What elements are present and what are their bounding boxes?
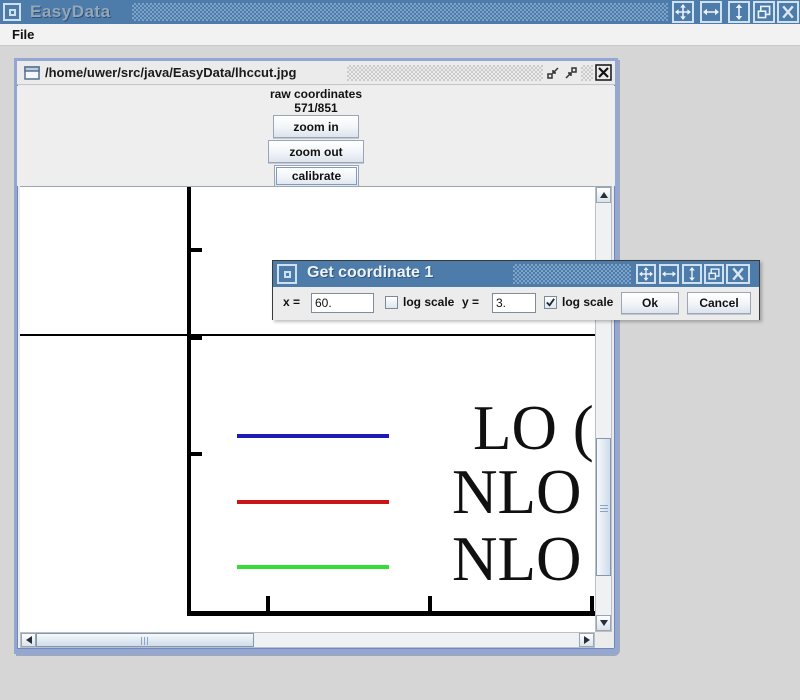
thumb-grip-icon <box>141 637 150 645</box>
dialog-menu-button[interactable] <box>277 264 297 284</box>
frame-close-button[interactable] <box>595 64 612 86</box>
plot-y-tick <box>191 452 202 456</box>
legend-label-nlo2: NLO <box>452 528 581 591</box>
window-title: EasyData <box>30 2 111 22</box>
calibrate-button[interactable]: calibrate <box>274 165 359 187</box>
plot-x-tick <box>428 596 432 611</box>
arrow-left-icon <box>26 636 32 644</box>
horizontal-scrollbar[interactable] <box>20 632 595 648</box>
plot-x-tick <box>590 596 594 611</box>
menu-file[interactable]: File <box>8 24 38 46</box>
x-label: x = <box>283 295 300 309</box>
move-icon <box>639 267 653 281</box>
legend-label-nlo1: NLO <box>452 461 581 524</box>
window-menu-button[interactable] <box>3 3 21 21</box>
frame-titlebar-texture2 <box>581 65 593 81</box>
window-maximize-button[interactable] <box>753 1 775 23</box>
thumb-grip-icon <box>600 503 608 512</box>
y-label: y = <box>462 295 479 309</box>
legend-line-lo <box>237 434 389 438</box>
dialog-titlebar-texture <box>513 264 631 284</box>
dialog-resize-horizontal-button[interactable] <box>659 264 679 284</box>
cancel-button[interactable]: Cancel <box>687 292 751 314</box>
frame-titlebar[interactable]: /home/uwer/src/java/EasyData/lhccut.jpg <box>17 61 615 85</box>
desktop: { "app": { "title": "EasyData", "window_… <box>0 0 800 700</box>
resize-horizontal-icon <box>662 267 676 281</box>
legend-line-nlo1 <box>237 500 389 504</box>
window-titlebar[interactable]: EasyData <box>0 0 800 24</box>
menubar: File <box>0 24 800 46</box>
close-icon <box>780 4 796 20</box>
frame-title: /home/uwer/src/java/EasyData/lhccut.jpg <box>45 65 296 80</box>
frame-titlebar-texture <box>347 65 543 81</box>
x-value-field[interactable] <box>311 293 374 313</box>
titlebar-texture <box>132 3 668 21</box>
window-resize-horizontal-button[interactable] <box>700 1 722 23</box>
window-menu-icon <box>9 9 16 16</box>
dialog-close-button[interactable] <box>726 264 750 284</box>
zoom-in-button[interactable]: zoom in <box>273 115 359 138</box>
resize-vertical-icon <box>731 4 747 20</box>
check-icon <box>545 297 556 308</box>
plot-panel-divider <box>20 334 595 336</box>
dialog-move-button[interactable] <box>636 264 656 284</box>
scroll-right-button[interactable] <box>579 633 594 647</box>
dialog-body: x = log scale y = log scale Ok Cancel <box>273 287 759 320</box>
zoom-out-button[interactable]: zoom out <box>268 140 364 163</box>
vertical-scrollbar[interactable] <box>595 186 612 632</box>
frame-maximize-button[interactable] <box>564 66 578 85</box>
frame-maximize-icon <box>564 66 578 80</box>
readout-value: 571/851 <box>17 101 615 115</box>
ok-button[interactable]: Ok <box>621 292 679 314</box>
plot-y-tick <box>191 248 202 252</box>
arrow-down-icon <box>600 620 608 626</box>
resize-horizontal-icon <box>703 4 719 20</box>
legend-label-lo: LO ( <box>473 397 594 460</box>
dialog-resize-vertical-button[interactable] <box>682 264 702 284</box>
scroll-left-button[interactable] <box>21 633 36 647</box>
window-resize-vertical-button[interactable] <box>728 1 750 23</box>
iconify-icon <box>546 66 560 80</box>
close-icon <box>730 266 746 282</box>
y-value-field[interactable] <box>492 293 536 313</box>
dialog-maximize-button[interactable] <box>704 264 724 284</box>
frame-toolbar: raw coordinates 571/851 zoom in zoom out… <box>17 86 615 186</box>
y-log-label: log scale <box>562 295 613 309</box>
image-frame: /home/uwer/src/java/EasyData/lhccut.jpg … <box>14 58 618 654</box>
image-viewport[interactable]: LO ( NLO NLO <box>20 186 595 632</box>
readout-label: raw coordinates <box>17 87 615 101</box>
legend-line-nlo2 <box>237 565 389 569</box>
get-coordinate-dialog: Get coordinate 1 <box>272 260 760 320</box>
move-icon <box>675 4 691 20</box>
maximize-icon <box>756 4 772 20</box>
plot-y-tick <box>191 336 202 340</box>
maximize-icon <box>707 267 721 281</box>
x-log-label: log scale <box>403 295 454 309</box>
dialog-menu-icon <box>284 271 291 278</box>
scroll-up-button[interactable] <box>596 187 611 203</box>
dialog-titlebar[interactable]: Get coordinate 1 <box>273 261 759 287</box>
frame-iconify-button[interactable] <box>546 66 560 85</box>
plot-x-axis <box>187 611 595 616</box>
vertical-scroll-thumb[interactable] <box>596 438 611 576</box>
frame-close-icon <box>595 64 612 81</box>
plot-x-tick <box>266 596 270 611</box>
x-log-checkbox[interactable] <box>385 296 398 309</box>
dialog-title: Get coordinate 1 <box>307 264 433 282</box>
scroll-down-button[interactable] <box>596 615 611 631</box>
scrollbar-corner <box>595 632 612 648</box>
y-log-checkbox[interactable] <box>544 296 557 309</box>
horizontal-scroll-thumb[interactable] <box>36 633 254 647</box>
arrow-up-icon <box>600 192 608 198</box>
window-close-button[interactable] <box>777 1 799 23</box>
resize-vertical-icon <box>685 267 699 281</box>
arrow-right-icon <box>584 636 590 644</box>
window-move-button[interactable] <box>672 1 694 23</box>
frame-icon <box>24 65 40 81</box>
